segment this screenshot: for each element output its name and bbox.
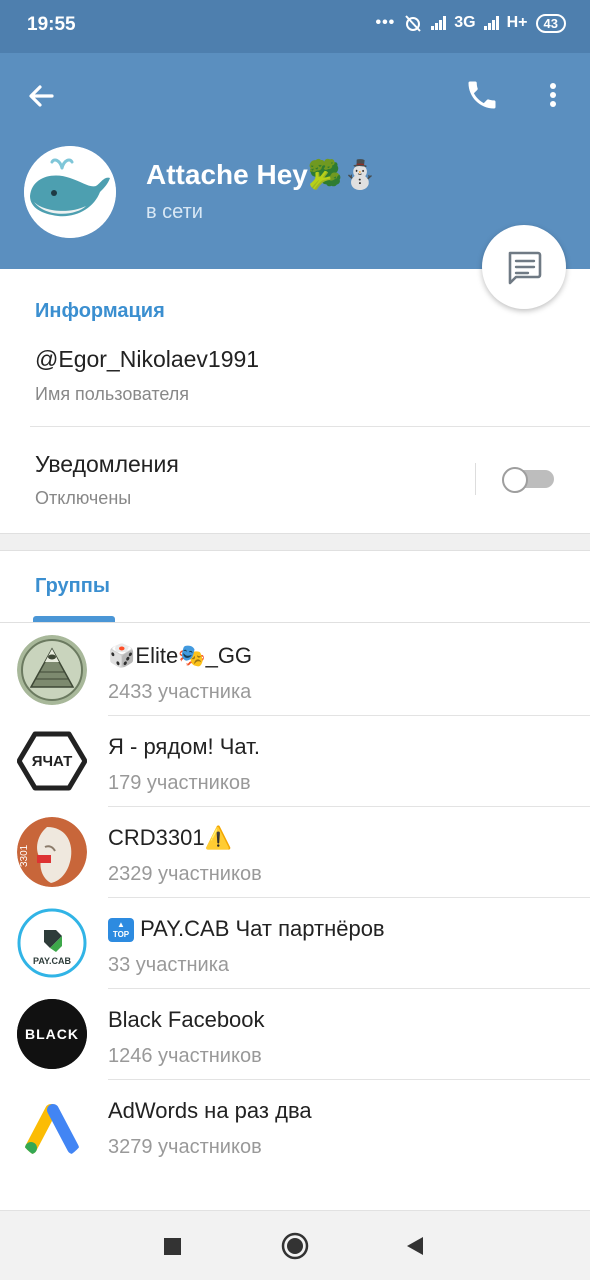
network-type: 3G: [454, 14, 476, 31]
notifications-title[interactable]: Уведомления: [35, 451, 179, 478]
more-options-button[interactable]: [540, 77, 566, 113]
paycab-avatar-text: PAY.CAB: [33, 956, 72, 966]
online-status: в сети: [146, 201, 203, 223]
statue-avatar-text: 3301: [19, 844, 30, 867]
black-avatar-text: BLACK: [25, 1026, 79, 1042]
triangle-back-icon: [407, 1237, 423, 1255]
illuminati-avatar: [17, 635, 87, 705]
top-badge-text: TOP: [112, 930, 130, 940]
group-name: Я - рядом! Чат.: [108, 734, 260, 759]
notifications-state: Отключены: [35, 488, 132, 508]
group-row-crd3301[interactable]: 3301 CRD3301⚠️ 2329 участников: [0, 807, 590, 898]
group-name-container: ▲ TOP PAY.CAB Чат партнёров: [108, 916, 385, 943]
group-member-count: 3279 участников: [108, 1136, 262, 1158]
network-type-2: H+: [506, 14, 528, 31]
statue-avatar: 3301: [17, 817, 87, 887]
recent-apps-button[interactable]: [157, 1231, 187, 1261]
more-vertical-icon: [550, 83, 556, 107]
profile-name: Attache Hey🥦⛄: [146, 159, 378, 190]
back-button[interactable]: [22, 79, 62, 113]
top-arrow-icon: ▲ TOP: [108, 918, 134, 943]
system-navigation-bar: [0, 1210, 590, 1280]
group-row-elite-gg[interactable]: 🎲Elite🎭_GG 2433 участника: [0, 625, 590, 716]
group-member-count: 179 участников: [108, 772, 251, 794]
arrow-left-icon: [29, 85, 54, 107]
status-icons: ••• 3G H+ 43: [375, 13, 566, 33]
group-member-count: 33 участника: [108, 954, 230, 976]
toggle-separator: [475, 463, 476, 495]
square-icon: [164, 1238, 181, 1255]
tabs-divider: [0, 622, 590, 623]
profile-avatar[interactable]: [24, 146, 116, 238]
paycab-avatar: PAY.CAB: [17, 908, 87, 978]
battery-indicator: 43: [535, 13, 566, 33]
group-name: 🎲Elite🎭_GG: [108, 643, 253, 668]
tab-groups[interactable]: Группы: [35, 575, 110, 598]
group-name: Black Facebook: [108, 1007, 265, 1032]
send-message-button[interactable]: [482, 225, 566, 309]
adwords-avatar: [17, 1090, 87, 1160]
whale-avatar-icon: [24, 146, 116, 238]
group-member-count: 2433 участника: [108, 681, 252, 703]
group-row-ya-chat[interactable]: ЯЧАТ Я - рядом! Чат. 179 участников: [0, 716, 590, 807]
message-icon: [508, 251, 542, 285]
call-button[interactable]: [464, 77, 500, 113]
black-avatar: BLACK: [17, 999, 87, 1069]
circle-icon: [281, 1232, 309, 1260]
username-label: Имя пользователя: [35, 384, 190, 404]
group-row-paycab[interactable]: PAY.CAB ▲ TOP PAY.CAB Чат партнёров 33 уч…: [0, 898, 590, 989]
group-row-black-facebook[interactable]: BLACK Black Facebook 1246 участников: [0, 989, 590, 1080]
section-separator: [0, 533, 590, 551]
group-name: CRD3301⚠️: [108, 825, 232, 850]
group-member-count: 1246 участников: [108, 1045, 262, 1067]
status-bar: 19:55 ••• 3G H+ 43: [0, 0, 590, 53]
ya-chat-avatar-text: ЯЧАТ: [32, 753, 73, 770]
more-notifications-icon: •••: [375, 14, 396, 31]
signal-icon: [431, 16, 447, 30]
ya-chat-avatar: ЯЧАТ: [17, 726, 87, 796]
status-time: 19:55: [27, 14, 76, 35]
signal-icon-2: [483, 16, 499, 30]
back-nav-button[interactable]: [400, 1231, 430, 1261]
divider: [30, 426, 590, 427]
alarm-off-icon: [405, 15, 422, 32]
group-name: AdWords на раз два: [108, 1098, 312, 1123]
info-section-title: Информация: [35, 300, 165, 322]
group-name: PAY.CAB Чат партнёров: [134, 916, 385, 941]
phone-icon: [468, 81, 496, 109]
home-button[interactable]: [280, 1231, 310, 1261]
notifications-toggle[interactable]: [502, 467, 554, 493]
username-value[interactable]: @Egor_Nikolaev1991: [35, 346, 259, 373]
toggle-knob: [502, 467, 528, 493]
group-member-count: 2329 участников: [108, 863, 262, 885]
group-row-adwords[interactable]: AdWords на раз два 3279 участников: [0, 1080, 590, 1171]
